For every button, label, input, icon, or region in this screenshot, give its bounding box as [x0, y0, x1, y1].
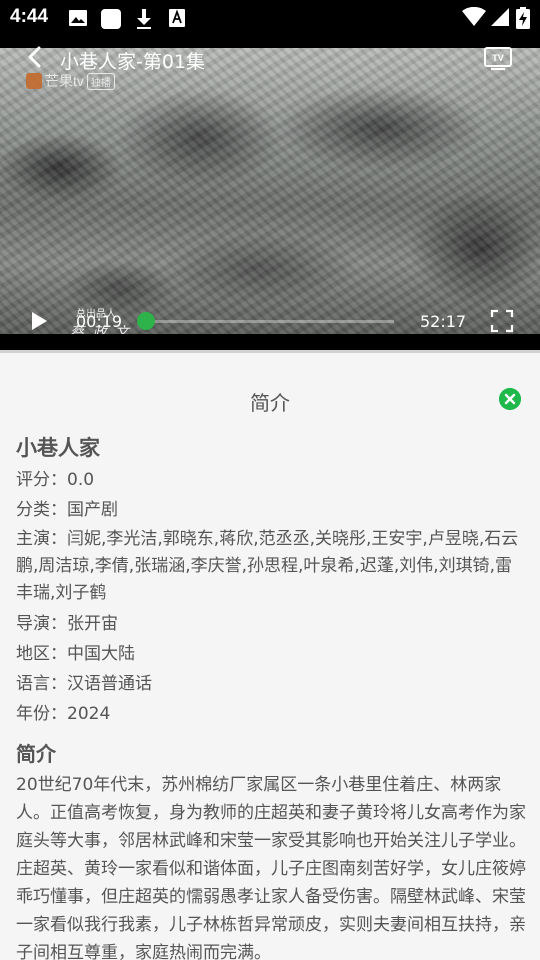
- square-notification-icon: [101, 9, 121, 29]
- signal-icon: [491, 8, 509, 26]
- total-time: 52:17: [420, 312, 467, 331]
- rating-text: 评分：0.0: [16, 470, 95, 490]
- region-text: 地区：中国大陆: [16, 644, 135, 664]
- play-icon[interactable]: [28, 310, 50, 332]
- fullscreen-icon[interactable]: [490, 309, 514, 333]
- info-list: 评分：0.0 分类：国产剧 主演：闫妮,李光洁,郭晓东,蒋欣,范丞丞,关晓彤,王…: [16, 465, 528, 729]
- back-arrow-icon[interactable]: [24, 45, 48, 69]
- info-sheet: 简介 小巷人家 评分：0.0 分类：国产剧 主演：闫妮,李光洁,郭晓东,蒋欣,范…: [0, 353, 540, 960]
- wifi-icon: [462, 7, 486, 26]
- download-icon: [137, 9, 151, 29]
- battery-charging-icon: [516, 7, 530, 29]
- watermark-brand: 芒果tv: [45, 73, 84, 89]
- show-name: 小巷人家: [16, 436, 100, 460]
- mango-logo-icon: [26, 73, 42, 89]
- close-icon[interactable]: [499, 388, 521, 410]
- seek-thumb[interactable]: [136, 312, 155, 330]
- watermark-badge: 独播: [86, 72, 115, 90]
- video-player[interactable]: 总出品人 蔡 政 文 芒果tv 独播 小巷人家-第01集 TV 00:19 52…: [0, 36, 540, 350]
- font-icon: [169, 9, 185, 27]
- tv-cast-icon[interactable]: TV: [483, 46, 513, 70]
- cast-text: 主演：闫妮,李光洁,郭晓东,蒋欣,范丞丞,关晓彤,王安宇,卢昱晓,石云鹏,周洁琼…: [16, 529, 519, 603]
- svg-text:TV: TV: [492, 53, 504, 63]
- seek-bar[interactable]: [144, 320, 394, 323]
- sheet-title: 简介: [250, 391, 290, 415]
- current-time: 00:19: [76, 312, 123, 331]
- player-controls: 00:19 52:17: [0, 302, 540, 338]
- year-text: 年份：2024: [16, 704, 111, 724]
- status-bar: 4:44: [0, 0, 540, 36]
- synopsis-text: 20世纪70年代末，苏州棉纺厂家属区一条小巷里住着庄、林两家人。正值高考恢复，身…: [16, 775, 526, 960]
- director-text: 导演：张开宙: [16, 614, 118, 634]
- image-icon: [69, 10, 87, 26]
- video-title: 小巷人家-第01集: [60, 51, 206, 73]
- language-text: 语言：汉语普通话: [16, 674, 152, 694]
- category-text: 分类：国产剧: [16, 500, 118, 520]
- synopsis-title: 简介: [16, 742, 56, 766]
- status-time: 4:44: [10, 6, 49, 27]
